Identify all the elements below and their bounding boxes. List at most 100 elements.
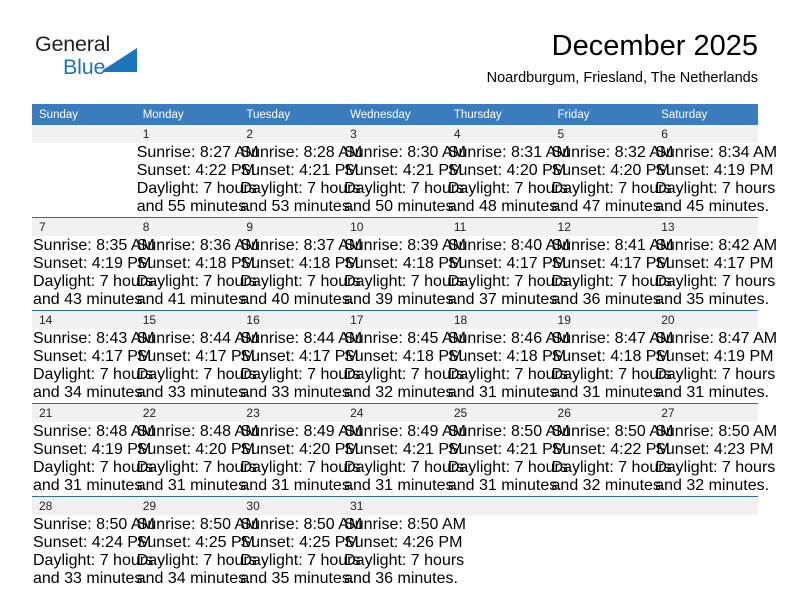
- day-daylight-text: and 55 minutes.: [136, 198, 251, 215]
- day-number[interactable]: 13: [654, 217, 758, 236]
- day-sunset-text: Sunset: 4:19 PM: [33, 441, 152, 458]
- day-number[interactable]: 16: [239, 310, 344, 329]
- day-cell[interactable]: Sunrise: 8:50 AM Sunset: 4:21 PM Daylight:…: [447, 422, 570, 497]
- day-cell[interactable]: Sunrise: 8:47 AM Sunset: 4:19 PM Daylight:…: [654, 329, 777, 404]
- day-number[interactable]: 26: [550, 403, 655, 422]
- day-number[interactable]: 24: [343, 403, 447, 422]
- day-cell[interactable]: Sunrise: 8:37 AM Sunset: 4:18 PM Daylight:…: [239, 236, 362, 311]
- day-daylight-text: and 35 minutes.: [240, 570, 355, 587]
- day-cell[interactable]: Sunrise: 8:44 AM Sunset: 4:17 PM Daylight:…: [136, 329, 259, 404]
- day-cell[interactable]: Sunrise: 8:49 AM Sunset: 4:20 PM Daylight:…: [239, 422, 362, 497]
- day-number[interactable]: 4: [446, 125, 551, 143]
- day-sunset-text: Sunset: 4:21 PM: [240, 162, 359, 179]
- day-number[interactable]: 2: [239, 125, 344, 143]
- day-number[interactable]: 7: [32, 217, 136, 236]
- day-cell[interactable]: Sunrise: 8:50 AM Sunset: 4:23 PM Daylight:…: [654, 422, 777, 497]
- day-number[interactable]: 12: [550, 217, 655, 236]
- day-sunset-text: Sunset: 4:17 PM: [136, 348, 255, 365]
- day-cell[interactable]: Sunrise: 8:47 AM Sunset: 4:18 PM Daylight:…: [551, 329, 674, 404]
- day-number[interactable]: 11: [446, 217, 551, 236]
- day-number[interactable]: 18: [446, 310, 551, 329]
- day-daylight-text: and 47 minutes.: [551, 198, 666, 215]
- day-cell[interactable]: Sunrise: 8:39 AM Sunset: 4:18 PM Daylight:…: [343, 236, 466, 311]
- day-daylight-text: Daylight: 7 hours: [344, 273, 465, 290]
- day-number[interactable]: 1: [135, 125, 240, 143]
- day-daylight-text: and 31 minutes.: [551, 384, 666, 401]
- day-cell[interactable]: Sunrise: 8:44 AM Sunset: 4:17 PM Daylight:…: [239, 329, 363, 404]
- day-sunset-text: Sunset: 4:21 PM: [344, 162, 463, 179]
- day-number[interactable]: 21: [32, 403, 136, 422]
- day-cell-empty: [551, 515, 655, 589]
- day-sunset-text: Sunset: 4:20 PM: [551, 162, 670, 179]
- day-sunset-text: Sunset: 4:18 PM: [240, 255, 359, 272]
- day-number[interactable]: 6: [654, 125, 758, 143]
- day-cell[interactable]: Sunrise: 8:46 AM Sunset: 4:18 PM Daylight:…: [447, 329, 570, 404]
- day-sunrise-text: Sunrise: 8:48 AM: [33, 423, 155, 440]
- day-cell[interactable]: Sunrise: 8:50 AM Sunset: 4:22 PM Daylight:…: [551, 422, 674, 497]
- title-block: December 2025 Noardburgum, Friesland, Th…: [487, 28, 758, 88]
- day-cell[interactable]: Sunrise: 8:48 AM Sunset: 4:19 PM Daylight:…: [32, 422, 155, 497]
- day-daylight-text: and 45 minutes.: [655, 198, 770, 215]
- day-cell[interactable]: Sunrise: 8:36 AM Sunset: 4:18 PM Daylight:…: [136, 236, 259, 311]
- day-daylight-text: and 43 minutes.: [33, 291, 147, 308]
- day-cell[interactable]: Sunrise: 8:30 AM Sunset: 4:21 PM Daylight:…: [343, 143, 466, 218]
- day-cell[interactable]: Sunrise: 8:31 AM Sunset: 4:20 PM Daylight:…: [447, 143, 570, 218]
- day-number[interactable]: 8: [135, 217, 240, 236]
- day-daylight-text: Daylight: 7 hours: [655, 459, 776, 476]
- day-cell[interactable]: Sunrise: 8:48 AM Sunset: 4:20 PM Daylight:…: [136, 422, 259, 497]
- day-daylight-text: Daylight: 7 hours: [344, 366, 465, 383]
- day-daylight-text: Daylight: 7 hours: [136, 552, 257, 569]
- day-cell[interactable]: Sunrise: 8:43 AM Sunset: 4:17 PM Daylight:…: [32, 329, 155, 404]
- day-number[interactable]: 14: [32, 310, 136, 329]
- day-sunrise-text: Sunrise: 8:39 AM: [344, 237, 466, 254]
- general-blue-logo[interactable]: General Blue: [32, 32, 232, 88]
- day-number[interactable]: 17: [343, 310, 447, 329]
- day-sunrise-text: Sunrise: 8:44 AM: [240, 330, 363, 347]
- day-daylight-text: Daylight: 7 hours: [447, 180, 568, 197]
- day-number[interactable]: 28: [32, 496, 136, 515]
- day-number-empty: [550, 496, 655, 515]
- day-daylight-text: Daylight: 7 hours: [33, 459, 154, 476]
- logo-triangle-icon: [103, 48, 137, 70]
- day-cell[interactable]: Sunrise: 8:34 AM Sunset: 4:19 PM Daylight:…: [654, 143, 777, 218]
- day-daylight-text: and 40 minutes.: [240, 291, 355, 308]
- day-number[interactable]: 31: [343, 496, 447, 515]
- day-cell[interactable]: Sunrise: 8:42 AM Sunset: 4:17 PM Daylight:…: [654, 236, 777, 311]
- day-cell[interactable]: Sunrise: 8:27 AM Sunset: 4:22 PM Daylight:…: [136, 143, 259, 218]
- calendar-page: General Blue December 2025 Noardburgum, …: [0, 0, 792, 612]
- day-number[interactable]: 30: [239, 496, 344, 515]
- day-number[interactable]: 25: [446, 403, 551, 422]
- day-number[interactable]: 19: [550, 310, 655, 329]
- day-number[interactable]: 3: [343, 125, 447, 143]
- day-number[interactable]: 9: [239, 217, 344, 236]
- day-cell[interactable]: Sunrise: 8:50 AM Sunset: 4:24 PM Daylight:…: [32, 515, 155, 589]
- day-cell[interactable]: Sunrise: 8:35 AM Sunset: 4:19 PM Daylight:…: [32, 236, 155, 311]
- day-number[interactable]: 27: [654, 403, 758, 422]
- day-number[interactable]: 29: [135, 496, 240, 515]
- day-number[interactable]: 22: [135, 403, 240, 422]
- day-daylight-text: and 33 minutes.: [240, 384, 355, 401]
- day-number[interactable]: 15: [135, 310, 240, 329]
- day-cell[interactable]: Sunrise: 8:28 AM Sunset: 4:21 PM Daylight:…: [239, 143, 362, 218]
- day-cell[interactable]: Sunrise: 8:50 AM Sunset: 4:25 PM Daylight:…: [136, 515, 259, 589]
- day-cell[interactable]: Sunrise: 8:50 AM Sunset: 4:26 PM Daylight:…: [343, 515, 466, 589]
- day-sunrise-text: Sunrise: 8:49 AM: [344, 423, 466, 440]
- day-cell[interactable]: Sunrise: 8:40 AM Sunset: 4:17 PM Daylight:…: [447, 236, 570, 311]
- day-daylight-text: and 32 minutes.: [551, 477, 666, 494]
- day-cell[interactable]: Sunrise: 8:49 AM Sunset: 4:21 PM Daylight:…: [343, 422, 466, 497]
- day-sunrise-text: Sunrise: 8:45 AM: [344, 330, 466, 347]
- day-sunrise-text: Sunrise: 8:46 AM: [447, 330, 570, 347]
- page-header: General Blue December 2025 Noardburgum, …: [32, 28, 758, 98]
- day-cell[interactable]: Sunrise: 8:41 AM Sunset: 4:17 PM Daylight:…: [551, 236, 674, 311]
- day-cell[interactable]: Sunrise: 8:45 AM Sunset: 4:18 PM Daylight:…: [343, 329, 466, 404]
- day-sunset-text: Sunset: 4:24 PM: [33, 534, 152, 551]
- day-number[interactable]: 23: [239, 403, 344, 422]
- day-sunset-text: Sunset: 4:22 PM: [136, 162, 255, 179]
- day-cell[interactable]: Sunrise: 8:32 AM Sunset: 4:20 PM Daylight:…: [551, 143, 674, 218]
- day-daylight-text: Daylight: 7 hours: [240, 366, 361, 383]
- day-number[interactable]: 20: [654, 310, 758, 329]
- day-number[interactable]: 10: [343, 217, 447, 236]
- day-cell[interactable]: Sunrise: 8:50 AM Sunset: 4:25 PM Daylight:…: [239, 515, 362, 589]
- day-number[interactable]: 5: [550, 125, 655, 143]
- day-sunrise-text: Sunrise: 8:47 AM: [551, 330, 674, 347]
